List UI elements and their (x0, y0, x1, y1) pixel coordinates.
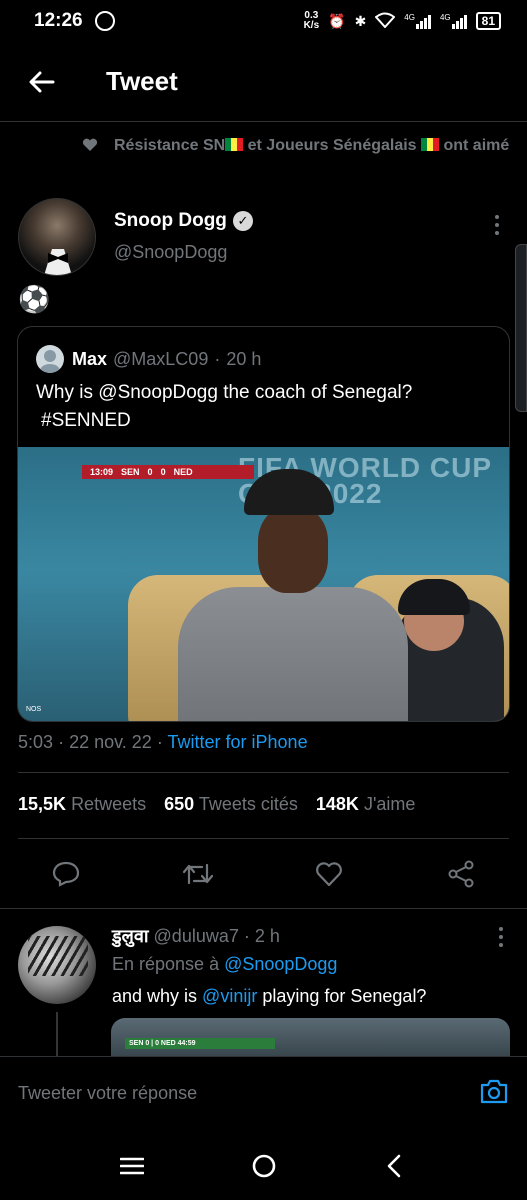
wifi-icon (374, 12, 396, 31)
status-bar: 12:26 0.3 K/s ⏰ ✱ 4G 4G 81 (0, 0, 527, 42)
share-button[interactable] (439, 852, 483, 896)
reply-tweet[interactable]: डुलुवा @duluwa7 · 2 h En réponse à @Snoo… (18, 920, 513, 1068)
scrollbar[interactable] (515, 244, 527, 412)
signal-2-label: 4G (439, 13, 451, 22)
quoted-tweet-header: Max @MaxLC09 · 20 h (36, 345, 261, 373)
reply-author-avatar[interactable] (18, 926, 96, 1004)
score-bug: 13:09 SEN 0 0 NED (82, 465, 254, 479)
back-button[interactable] (20, 60, 64, 104)
home-circle-icon (252, 1154, 276, 1178)
author-handle[interactable]: @SnoopDogg (114, 242, 227, 263)
status-time: 12:26 (34, 10, 83, 31)
verified-badge-icon: ✓ (232, 211, 253, 231)
reply-text: and why is @vinijr playing for Senegal? (112, 986, 427, 1006)
mention-link[interactable]: @vinijr (202, 986, 257, 1006)
tweet-text: ⚽ (18, 284, 51, 314)
quoted-author-handle: @MaxLC09 (113, 348, 209, 369)
comment-icon (52, 861, 80, 887)
thread-line (56, 1012, 58, 1062)
liked-by-text: Résistance SN et Joueurs Sénégalais ont … (114, 137, 510, 154)
social-context[interactable]: Résistance SN et Joueurs Sénégalais ont … (82, 134, 512, 160)
camera-button[interactable] (479, 1077, 509, 1105)
share-icon (448, 860, 474, 888)
reply-button[interactable] (44, 852, 88, 896)
whatsapp-notification-icon (94, 11, 115, 31)
more-options-button[interactable] (485, 210, 509, 240)
heart-icon (82, 136, 104, 160)
arrow-left-icon (29, 71, 55, 92)
senegal-flag-icon (225, 138, 244, 151)
camera-icon (480, 1079, 508, 1104)
bluetooth-icon: ✱ (354, 12, 367, 29)
quoted-tweet-age: 20 h (226, 348, 262, 369)
heart-outline-icon (316, 862, 342, 887)
signal-1-label: 4G (404, 13, 415, 22)
top-app-bar: Tweet (0, 42, 527, 122)
quoted-tweet-image[interactable]: FIFA WORLD CUP Qatar2022 13:09 SEN 0 0 N… (18, 447, 509, 721)
quotes-stat[interactable]: 650 Tweets cités (164, 794, 298, 815)
quoted-author-avatar (36, 345, 64, 373)
reply-composer[interactable]: Tweeter votre réponse (0, 1056, 527, 1128)
system-nav-bar (0, 1128, 527, 1200)
chevron-left-icon (387, 1154, 401, 1178)
alarm-icon: ⏰ (328, 12, 346, 29)
retweet-icon (182, 863, 214, 885)
retweet-button[interactable] (176, 852, 220, 896)
in-reply-to: En réponse à @SnoopDogg (112, 954, 338, 974)
in-reply-to-link[interactable]: @SnoopDogg (224, 954, 337, 974)
tweet-source-link[interactable]: Twitter for iPhone (168, 732, 308, 752)
battery-icon: 81 (475, 12, 501, 30)
reply-author: डुलुवा @duluwa7 · 2 h (112, 926, 280, 946)
tweet-author: Snoop Dogg ✓ @SnoopDogg (18, 198, 513, 280)
page-title: Tweet (106, 66, 178, 96)
reply-author-name[interactable]: डुलुवा (112, 926, 149, 946)
menu-icon (120, 1157, 144, 1175)
author-avatar[interactable] (18, 198, 96, 276)
reply-score-bug: SEN 0 | 0 NED 44:59 (125, 1038, 275, 1049)
quoted-tweet-text: Why is @SnoopDogg the coach of Senegal? … (36, 382, 413, 431)
tweet-actions (0, 852, 527, 896)
reply-input[interactable]: Tweeter votre réponse (18, 1083, 197, 1104)
net-speed: 0.3 K/s (303, 10, 320, 31)
quoted-author-name: Max (72, 348, 108, 369)
reply-age: 2 h (254, 926, 280, 946)
broadcaster-logo: NOS (26, 706, 42, 713)
signal-1-icon: 4G (404, 13, 431, 29)
system-back-button[interactable] (374, 1146, 414, 1186)
status-icons: 0.3 K/s ⏰ ✱ 4G 4G 81 (304, 11, 501, 31)
tweet-timestamp: 5:03 · 22 nov. 22 · Twitter for iPhone (18, 732, 308, 752)
reply-author-handle: @duluwa7 (153, 926, 239, 946)
like-button[interactable] (307, 852, 351, 896)
home-button[interactable] (244, 1146, 284, 1186)
senegal-flag-icon (421, 138, 440, 151)
reply-more-options-button[interactable] (489, 922, 513, 952)
author-name[interactable]: Snoop Dogg ✓ (114, 210, 253, 232)
quoted-tweet[interactable]: Max @MaxLC09 · 20 h Why is @SnoopDogg th… (17, 326, 510, 722)
retweets-stat[interactable]: 15,5K Retweets (18, 794, 146, 815)
likes-stat[interactable]: 148K J'aime (316, 794, 416, 815)
tweet-stats: 15,5K Retweets 650 Tweets cités 148K J'a… (18, 794, 415, 815)
signal-2-icon: 4G (440, 13, 467, 29)
recents-button[interactable] (112, 1146, 152, 1186)
